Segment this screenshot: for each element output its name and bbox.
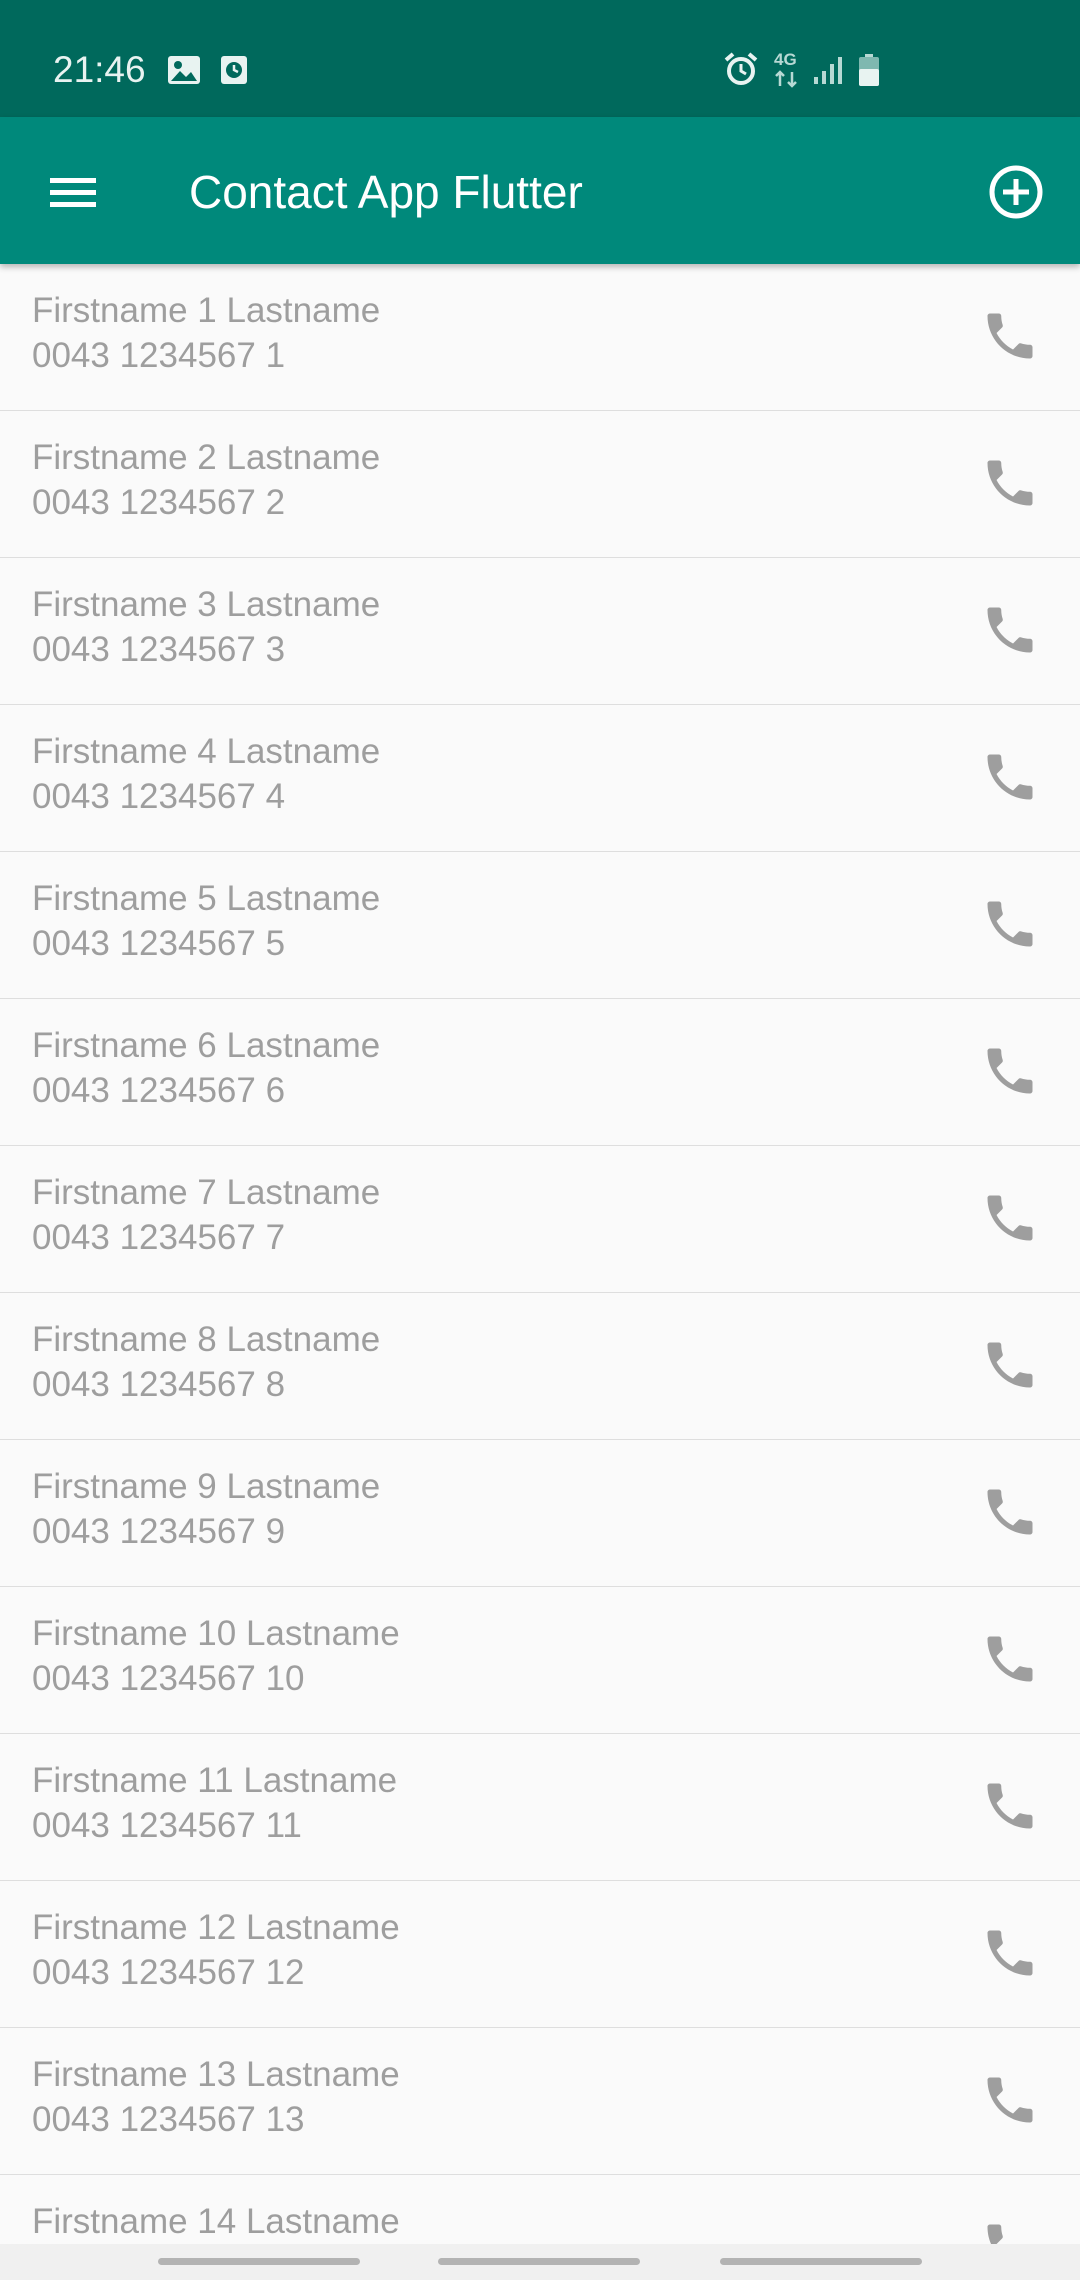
nav-back-button[interactable] bbox=[720, 2258, 922, 2265]
contact-phone: 0043 1234567 10 bbox=[32, 1659, 305, 1698]
contact-name: Firstname 11 Lastname bbox=[32, 1761, 398, 1800]
call-button[interactable] bbox=[980, 1776, 1040, 1836]
contact-list-item[interactable]: Firstname 3 Lastname 0043 1234567 3 bbox=[0, 558, 1080, 705]
contact-list-item[interactable]: Firstname 9 Lastname 0043 1234567 9 bbox=[0, 1440, 1080, 1587]
contact-name: Firstname 3 Lastname bbox=[32, 585, 381, 624]
call-button[interactable] bbox=[980, 1923, 1040, 1983]
contact-list-item[interactable]: Firstname 4 Lastname 0043 1234567 4 bbox=[0, 705, 1080, 852]
call-button[interactable] bbox=[980, 1335, 1040, 1395]
call-button[interactable] bbox=[980, 306, 1040, 366]
contact-list-item[interactable]: Firstname 14 Lastname bbox=[0, 2175, 1080, 2244]
network-4g-icon: 4G bbox=[772, 50, 806, 95]
menu-button[interactable] bbox=[38, 162, 108, 222]
contact-name: Firstname 12 Lastname bbox=[32, 1908, 400, 1947]
gallery-icon bbox=[167, 55, 201, 90]
add-circle-icon bbox=[989, 165, 1043, 219]
menu-icon bbox=[50, 178, 96, 207]
phone-icon bbox=[980, 1489, 1040, 1546]
contact-list[interactable]: Firstname 1 Lastname 0043 1234567 1 Firstn… bbox=[0, 264, 1080, 2244]
phone-icon bbox=[980, 607, 1040, 664]
contact-phone: 0043 1234567 6 bbox=[32, 1071, 286, 1110]
phone-icon bbox=[980, 313, 1040, 370]
contact-name: Firstname 4 Lastname bbox=[32, 732, 381, 771]
contact-name: Firstname 9 Lastname bbox=[32, 1467, 381, 1506]
contact-list-item[interactable]: Firstname 10 Lastname 0043 1234567 10 bbox=[0, 1587, 1080, 1734]
status-time: 21:46 bbox=[53, 49, 146, 90]
contact-name: Firstname 10 Lastname bbox=[32, 1614, 400, 1653]
contact-phone: 0043 1234567 3 bbox=[32, 630, 286, 669]
add-contact-button[interactable] bbox=[985, 161, 1047, 223]
clock-icon bbox=[220, 55, 248, 90]
contact-list-item[interactable]: Firstname 13 Lastname 0043 1234567 13 bbox=[0, 2028, 1080, 2175]
contact-phone: 0043 1234567 9 bbox=[32, 1512, 286, 1551]
contact-list-item[interactable]: Firstname 11 Lastname 0043 1234567 11 bbox=[0, 1734, 1080, 1881]
contact-name: Firstname 1 Lastname bbox=[32, 291, 381, 330]
call-button[interactable] bbox=[980, 1482, 1040, 1542]
contact-list-item[interactable]: Firstname 5 Lastname 0043 1234567 5 bbox=[0, 852, 1080, 999]
svg-text:4G: 4G bbox=[774, 50, 797, 69]
call-button[interactable] bbox=[980, 747, 1040, 807]
contact-list-item[interactable]: Firstname 8 Lastname 0043 1234567 8 bbox=[0, 1293, 1080, 1440]
call-button[interactable] bbox=[980, 453, 1040, 513]
contact-phone: 0043 1234567 13 bbox=[32, 2100, 305, 2139]
contact-name: Firstname 7 Lastname bbox=[32, 1173, 381, 1212]
screen: 21:46 4G Contact App Flutter Firstname 1… bbox=[0, 0, 1080, 2280]
page-title: Contact App Flutter bbox=[189, 166, 583, 218]
app-bar: Contact App Flutter bbox=[0, 117, 1080, 264]
contact-phone: 0043 1234567 1 bbox=[32, 336, 286, 375]
contact-phone: 0043 1234567 4 bbox=[32, 777, 286, 816]
contact-list-item[interactable]: Firstname 7 Lastname 0043 1234567 7 bbox=[0, 1146, 1080, 1293]
contact-name: Firstname 8 Lastname bbox=[32, 1320, 381, 1359]
phone-icon bbox=[980, 1783, 1040, 1840]
battery-icon bbox=[858, 53, 880, 92]
phone-icon bbox=[980, 1342, 1040, 1399]
contact-name: Firstname 2 Lastname bbox=[32, 438, 381, 477]
contact-name: Firstname 13 Lastname bbox=[32, 2055, 400, 2094]
nav-home-button[interactable] bbox=[438, 2258, 640, 2265]
phone-icon bbox=[980, 754, 1040, 811]
call-button[interactable] bbox=[980, 1629, 1040, 1689]
contact-phone: 0043 1234567 7 bbox=[32, 1218, 286, 1257]
contact-list-item[interactable]: Firstname 6 Lastname 0043 1234567 6 bbox=[0, 999, 1080, 1146]
contact-name: Firstname 14 Lastname bbox=[32, 2202, 400, 2241]
contact-name: Firstname 6 Lastname bbox=[32, 1026, 381, 1065]
contact-name: Firstname 5 Lastname bbox=[32, 879, 381, 918]
phone-icon bbox=[980, 1930, 1040, 1987]
call-button[interactable] bbox=[980, 2070, 1040, 2130]
call-button[interactable] bbox=[980, 600, 1040, 660]
phone-icon bbox=[980, 1195, 1040, 1252]
call-button[interactable] bbox=[980, 2217, 1040, 2244]
contact-phone: 0043 1234567 11 bbox=[32, 1806, 302, 1845]
phone-icon bbox=[980, 1636, 1040, 1693]
call-button[interactable] bbox=[980, 1041, 1040, 1101]
call-button[interactable] bbox=[980, 894, 1040, 954]
phone-icon bbox=[980, 2077, 1040, 2134]
contact-list-item[interactable]: Firstname 2 Lastname 0043 1234567 2 bbox=[0, 411, 1080, 558]
status-bar: 21:46 4G bbox=[0, 0, 1080, 117]
nav-recents-button[interactable] bbox=[158, 2258, 360, 2265]
phone-icon bbox=[980, 1048, 1040, 1105]
contact-phone: 0043 1234567 8 bbox=[32, 1365, 286, 1404]
call-button[interactable] bbox=[980, 1188, 1040, 1248]
phone-icon bbox=[980, 460, 1040, 517]
contact-phone: 0043 1234567 12 bbox=[32, 1953, 305, 1992]
contact-phone: 0043 1234567 5 bbox=[32, 924, 286, 963]
phone-icon bbox=[980, 901, 1040, 958]
alarm-icon bbox=[723, 51, 759, 92]
contact-phone: 0043 1234567 2 bbox=[32, 483, 286, 522]
contact-list-item[interactable]: Firstname 1 Lastname 0043 1234567 1 bbox=[0, 264, 1080, 411]
signal-icon bbox=[812, 55, 844, 90]
navigation-bar bbox=[0, 2244, 1080, 2280]
contact-list-item[interactable]: Firstname 12 Lastname 0043 1234567 12 bbox=[0, 1881, 1080, 2028]
